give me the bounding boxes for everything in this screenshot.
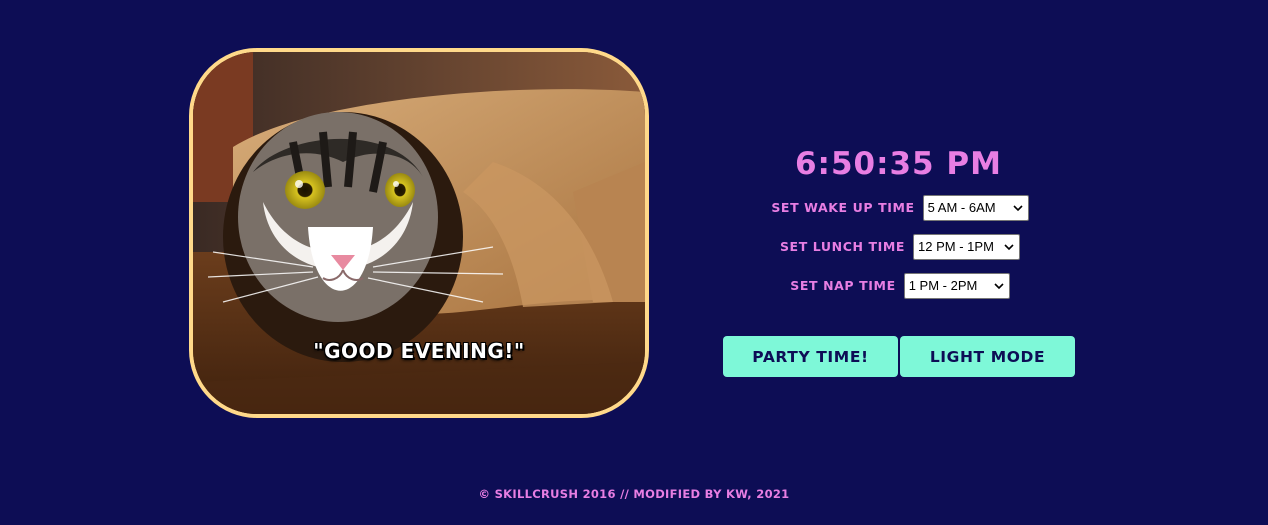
greeting-caption: "GOOD EVENING!" xyxy=(313,339,525,363)
clock-time: 6:50:35 PM xyxy=(794,146,1002,182)
chevron-down-icon xyxy=(1013,204,1023,211)
chevron-down-icon xyxy=(1004,243,1014,250)
nap-time-select[interactable]: 1 PM - 2PM xyxy=(903,272,1010,299)
wake-up-time-row: Set Wake Up Time 5 AM - 6AM xyxy=(700,188,1100,227)
chevron-down-icon xyxy=(994,282,1004,289)
party-time-button[interactable]: Party Time! xyxy=(723,336,898,377)
nap-time-label: Set Nap Time xyxy=(790,278,896,293)
nap-time-value: 1 PM - 2PM xyxy=(908,278,978,293)
page: "GOOD EVENING!" 6:50:35 PM Set Wake Up T… xyxy=(0,0,1268,525)
lunch-time-label: Set Lunch Time xyxy=(779,239,906,254)
wake-up-time-value: 5 AM - 6AM xyxy=(927,200,996,215)
lunch-time-row: Set Lunch Time 12 PM - 1PM xyxy=(700,227,1100,266)
lunch-time-value: 12 PM - 1PM xyxy=(918,239,994,254)
cat-photo: "GOOD EVENING!" xyxy=(189,48,649,418)
nap-time-row: Set Nap Time 1 PM - 2PM xyxy=(700,266,1100,305)
lunch-time-select[interactable]: 12 PM - 1PM xyxy=(913,233,1021,260)
light-mode-button[interactable]: Light Mode xyxy=(900,336,1075,377)
wake-up-time-label: Set Wake Up Time xyxy=(771,200,915,215)
wake-up-time-select[interactable]: 5 AM - 6AM xyxy=(922,194,1029,221)
footer-credit: © Skillcrush 2016 // Modified by KW, 202… xyxy=(478,487,790,501)
action-buttons: Party Time! Light Mode xyxy=(723,336,1075,377)
clock-panel: 6:50:35 PM Set Wake Up Time 5 AM - 6AM S… xyxy=(700,140,1100,305)
